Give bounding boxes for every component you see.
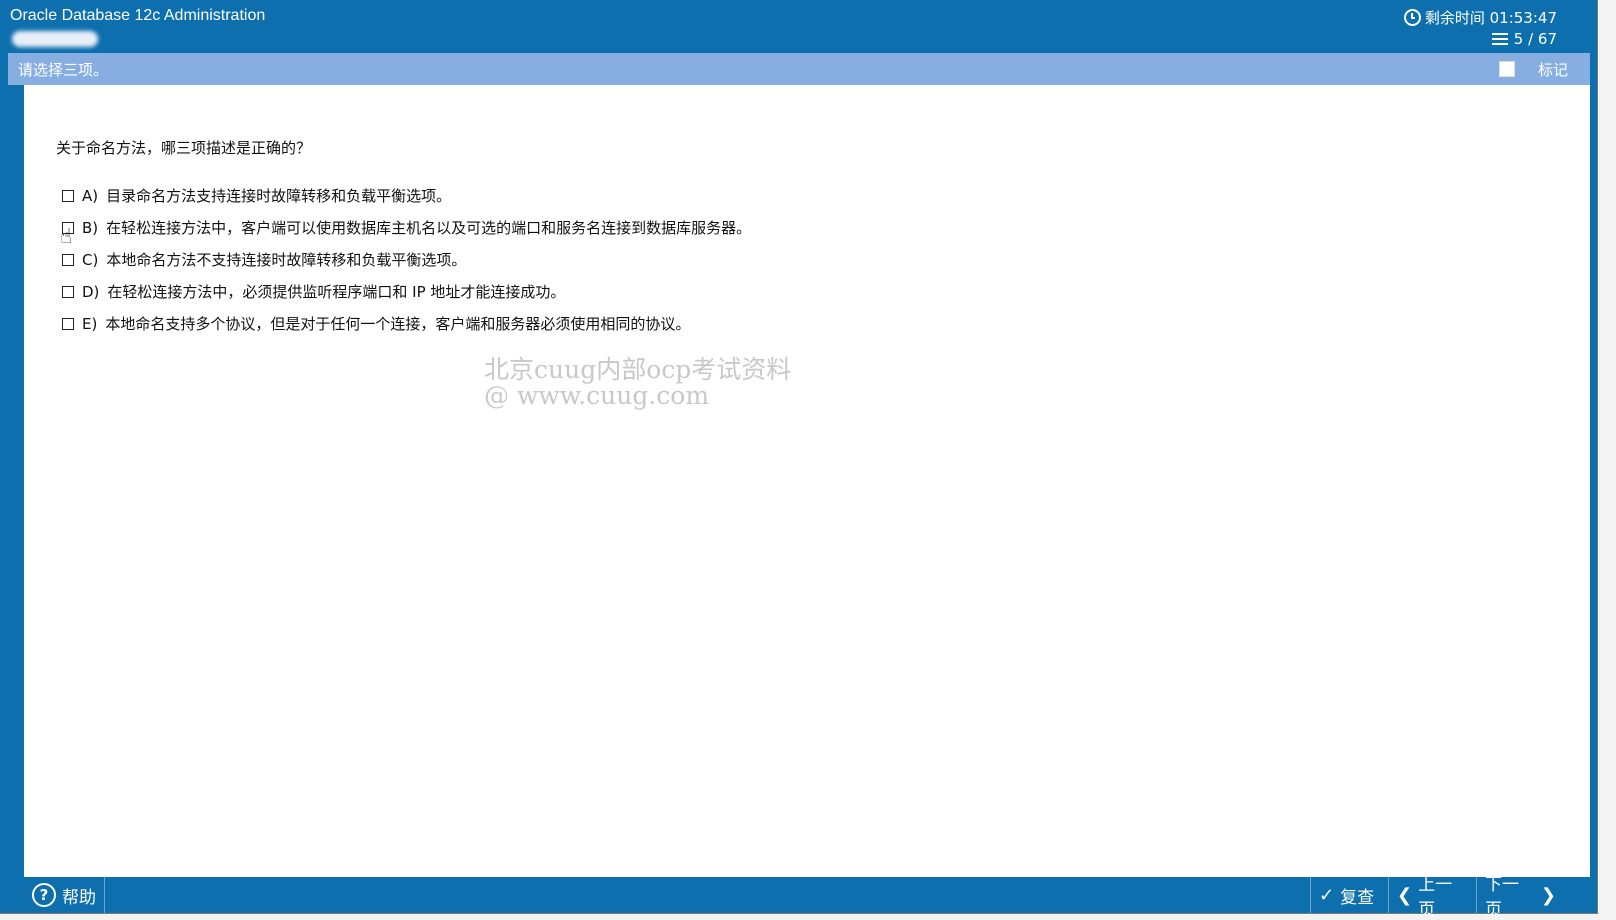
footer-toolbar: ? 帮助 ✓ 复查 ❮ 上一页 下一页 ❯: [24, 875, 1590, 920]
app-window: Oracle Database 12c Administration 剩余时间 …: [0, 0, 1598, 920]
option-text[interactable]: 本地命名方法不支持连接时故障转移和负载平衡选项。: [106, 249, 466, 270]
option-c[interactable]: C) 本地命名方法不支持连接时故障转移和负载平衡选项。: [62, 249, 466, 270]
arrow-right-icon: ❯: [1540, 884, 1556, 906]
option-text[interactable]: 本地命名支持多个协议，但是对于任何一个连接，客户端和服务器必须使用相同的协议。: [105, 313, 690, 334]
instruction-bar: 请选择三项。 标记: [8, 53, 1590, 85]
option-text[interactable]: 在轻松连接方法中，客户端可以使用数据库主机名以及可选的端口和服务名连接到数据库服…: [106, 217, 751, 238]
watermark-line-2: @ www.cuug.com: [484, 381, 710, 410]
option-a[interactable]: A) 目录命名方法支持连接时故障转移和负载平衡选项。: [62, 185, 451, 206]
list-icon: [1491, 33, 1508, 45]
candidate-name-redacted: [12, 31, 98, 47]
arrow-left-icon: ❮: [1397, 884, 1413, 906]
question-progress: 5 / 67: [1491, 30, 1557, 48]
review-label: 复查: [1340, 887, 1375, 908]
time-remaining: 剩余时间 01:53:47: [1403, 7, 1557, 28]
option-text[interactable]: 目录命名方法支持连接时故障转移和负载平衡选项。: [106, 185, 451, 206]
time-remaining-label: 剩余时间 01:53:47: [1424, 9, 1557, 27]
option-c-checkbox[interactable]: [62, 253, 74, 266]
option-text[interactable]: 在轻松连接方法中，必须提供监听程序端口和 IP 地址才能连接成功。: [107, 281, 565, 302]
check-icon: ✓: [1319, 884, 1335, 906]
previous-label: 上一页: [1418, 875, 1453, 920]
hand-cursor-icon: ☝: [60, 224, 73, 248]
option-e-checkbox[interactable]: [62, 317, 74, 330]
question-text: 关于命名方法，哪三项描述是正确的？: [56, 139, 312, 157]
mark-label[interactable]: 标记: [1538, 59, 1568, 80]
next-button[interactable]: 下一页 ❯: [1476, 875, 1564, 920]
help-button[interactable]: ? 帮助: [24, 877, 105, 913]
option-d[interactable]: D) 在轻松连接方法中，必须提供监听程序端口和 IP 地址才能连接成功。: [62, 281, 565, 302]
instruction-text: 请选择三项。: [18, 61, 109, 79]
option-letter: E): [82, 314, 98, 333]
option-letter: C): [82, 250, 99, 269]
option-d-checkbox[interactable]: [62, 285, 74, 298]
help-icon: ?: [32, 883, 56, 907]
option-letter: B): [82, 218, 99, 237]
previous-button[interactable]: ❮ 上一页: [1388, 875, 1476, 920]
watermark-line-1: 北京cuug内部ocp考试资料: [484, 355, 792, 384]
option-letter: D): [82, 282, 100, 301]
review-button[interactable]: ✓ 复查: [1310, 877, 1388, 913]
option-e[interactable]: E) 本地命名支持多个协议，但是对于任何一个连接，客户端和服务器必须使用相同的协…: [62, 313, 690, 334]
clock-icon: [1403, 9, 1421, 26]
mark-checkbox[interactable]: [1499, 61, 1515, 77]
next-label: 下一页: [1485, 875, 1519, 920]
watermark: 北京cuug内部ocp考试资料 @ www.cuug.com: [484, 357, 791, 409]
help-label: 帮助: [62, 887, 96, 908]
option-b[interactable]: B) 在轻松连接方法中，客户端可以使用数据库主机名以及可选的端口和服务名连接到数…: [62, 217, 751, 238]
question-counter: 5 / 67: [1513, 30, 1557, 48]
option-letter: A): [82, 186, 99, 205]
left-stripe: [8, 85, 24, 877]
window-title: Oracle Database 12c Administration: [10, 7, 266, 24]
option-a-checkbox[interactable]: [62, 189, 74, 202]
question-panel: 关于命名方法，哪三项描述是正确的？ A) 目录命名方法支持连接时故障转移和负载平…: [24, 85, 1590, 877]
